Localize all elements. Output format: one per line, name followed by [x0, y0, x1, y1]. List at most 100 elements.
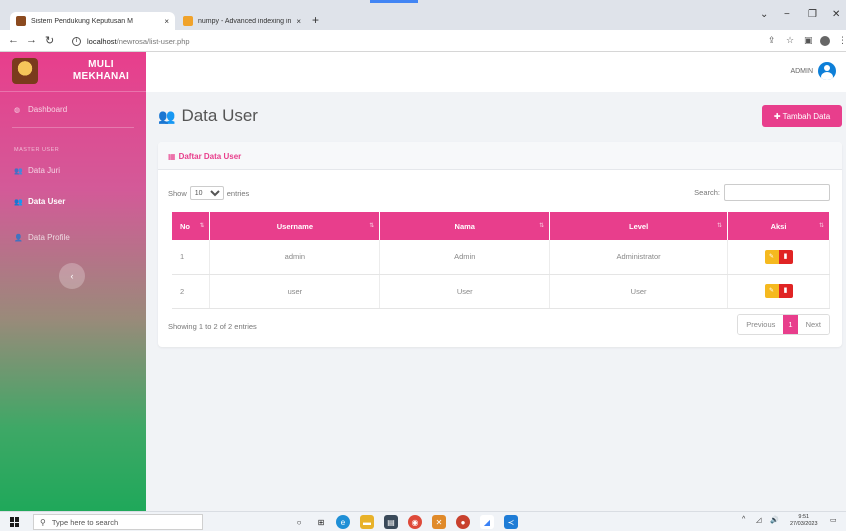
top-navbar: ADMIN	[146, 52, 846, 92]
close-tab-icon[interactable]: ×	[296, 17, 301, 26]
brand[interactable]: MULI MEKHANAI	[0, 52, 146, 92]
add-data-button[interactable]: ✚ Tambah Data	[762, 105, 842, 127]
cell-no: 1	[172, 240, 211, 275]
reload-icon[interactable]: ↻	[45, 34, 54, 47]
tab-title: numpy - Advanced indexing in T	[198, 17, 293, 25]
url-field[interactable]: i localhost /newrosa/list-user.php	[72, 34, 190, 48]
column-header-nama[interactable]: Nama ⇅	[379, 212, 551, 240]
vscode-icon[interactable]: ≺	[504, 515, 518, 529]
windows-start-icon[interactable]	[10, 517, 20, 527]
sort-icon: ⇅	[199, 223, 205, 229]
close-window-icon[interactable]: ✕	[832, 9, 840, 20]
minimize-icon[interactable]: −	[784, 9, 790, 20]
taskbar-search-placeholder: Type here to search	[51, 517, 119, 527]
profile-icon[interactable]	[820, 36, 830, 46]
page-length-select[interactable]: 10	[189, 186, 224, 200]
header-label: Username	[276, 221, 314, 231]
task-view-icon[interactable]: ⊞	[314, 515, 328, 529]
sidebar-item-data-juri[interactable]: 👥 Data Juri	[14, 166, 60, 175]
menu-kebab-icon[interactable]: ⋮	[838, 35, 846, 46]
delete-button[interactable]: ▮	[778, 284, 793, 298]
sort-icon: ⇅	[369, 223, 375, 229]
sidebar-section-header: MASTER USER	[14, 147, 60, 153]
card-header: ▦ Daftar Data User	[158, 142, 842, 170]
user-list-card: ▦ Daftar Data User Show 10 entries Searc…	[158, 142, 842, 347]
table-row: 1 admin Admin Administrator ✎ ▮	[172, 240, 830, 275]
sidebar-item-label: Data Juri	[28, 166, 61, 175]
main-content: 👥 Data User ✚ Tambah Data ▦ Daftar Data …	[146, 92, 846, 511]
sidebar-toggle-button[interactable]: ‹	[59, 263, 85, 289]
sort-icon: ⇅	[717, 223, 723, 229]
column-header-level[interactable]: Level ⇅	[549, 212, 729, 240]
delete-button[interactable]: ▮	[778, 249, 793, 264]
cell-level: Administrator	[549, 240, 729, 275]
new-tab-button[interactable]: +	[312, 13, 319, 27]
cortana-icon[interactable]: ○	[292, 515, 306, 529]
table-info: Showing 1 to 2 of 2 entries	[168, 322, 257, 331]
tray-expand-icon[interactable]: ^	[742, 516, 745, 523]
table-search: Search:	[694, 184, 830, 201]
edit-button[interactable]: ✎	[764, 284, 779, 298]
header-label: Aksi	[770, 221, 787, 231]
sidebar-divider	[12, 127, 134, 128]
cell-actions: ✎ ▮	[727, 274, 830, 309]
sidepanel-icon[interactable]: ▣	[804, 35, 813, 46]
back-icon[interactable]: ←	[8, 34, 19, 46]
sort-icon: ⇅	[539, 223, 545, 229]
column-header-aksi[interactable]: Aksi ⇅	[727, 212, 830, 240]
header-label: Level	[629, 221, 649, 231]
search-input[interactable]	[724, 184, 830, 201]
plus-icon: ✚	[773, 111, 783, 121]
user-name: ADMIN	[790, 67, 813, 75]
app-icon[interactable]: ●	[456, 515, 470, 529]
search-icon: ⚲	[40, 517, 46, 527]
notification-icon[interactable]: ▭	[830, 516, 837, 524]
search-label: Search:	[694, 188, 720, 197]
previous-page-button[interactable]: Previous	[738, 315, 784, 334]
share-icon[interactable]: ⇪	[768, 35, 776, 46]
address-bar: ← → ↻ i localhost /newrosa/list-user.php…	[0, 30, 846, 52]
browser-tab-active[interactable]: Sistem Pendukung Keputusan M ×	[10, 12, 175, 30]
table-icon: ▦	[168, 152, 176, 161]
browser-tab-numpy[interactable]: numpy - Advanced indexing in T ×	[177, 12, 307, 30]
windows-taskbar: ⚲ Type here to search ○ ⊞ e ▬ ▤ ◉ ✕ ● ◢ …	[0, 511, 846, 531]
user-dropdown[interactable]: ADMIN	[790, 62, 836, 80]
table-row: 2 user User User ✎ ▮	[172, 274, 830, 309]
cell-actions: ✎ ▮	[727, 240, 830, 275]
column-header-no[interactable]: No ⇅	[172, 212, 211, 240]
restore-icon[interactable]: ❐	[808, 9, 817, 20]
browser-tab-bar: Sistem Pendukung Keputusan M × numpy - A…	[0, 0, 846, 30]
file-explorer-icon[interactable]: ▬	[360, 515, 374, 529]
sidebar-item-data-user[interactable]: 👥 Data User	[14, 197, 65, 206]
dashboard-icon: ◍	[14, 106, 21, 114]
sidebar: MULI MEKHANAI ◍ Dashboard MASTER USER 👥 …	[0, 52, 146, 511]
card-title-text: Daftar Data User	[178, 152, 242, 161]
tab-list-icon[interactable]: ⌄	[760, 9, 768, 20]
page-title-text: Data User	[181, 106, 258, 125]
url-host: localhost	[87, 36, 117, 46]
user-icon: 👤	[14, 234, 23, 242]
cell-level: User	[549, 274, 729, 309]
site-info-icon[interactable]: i	[72, 36, 81, 46]
edge-icon[interactable]: e	[336, 515, 350, 529]
sidebar-item-dashboard[interactable]: ◍ Dashboard	[14, 105, 67, 114]
store-icon[interactable]: ▤	[384, 515, 398, 529]
loading-indicator	[370, 0, 418, 3]
forward-icon[interactable]: →	[26, 34, 37, 46]
column-header-username[interactable]: Username ⇅	[209, 212, 381, 240]
clock-time: 9:51	[798, 514, 810, 520]
app-icon[interactable]: ◢	[480, 515, 494, 529]
volume-icon[interactable]: 🔊	[770, 516, 779, 524]
edit-button[interactable]: ✎	[764, 249, 779, 264]
chrome-icon[interactable]: ◉	[408, 515, 422, 529]
taskbar-search[interactable]: ⚲ Type here to search	[33, 514, 203, 530]
page-button-current[interactable]: 1	[783, 315, 798, 334]
avatar-icon	[818, 62, 836, 80]
network-icon[interactable]: ◿	[756, 516, 761, 524]
next-page-button[interactable]: Next	[797, 315, 829, 334]
xampp-icon[interactable]: ✕	[432, 515, 446, 529]
bookmark-star-icon[interactable]: ☆	[786, 35, 794, 46]
close-tab-icon[interactable]: ×	[164, 17, 169, 26]
taskbar-clock[interactable]: 9:51 27/03/2023	[790, 514, 818, 528]
sidebar-item-data-profile[interactable]: 👤 Data Profile	[14, 233, 70, 242]
